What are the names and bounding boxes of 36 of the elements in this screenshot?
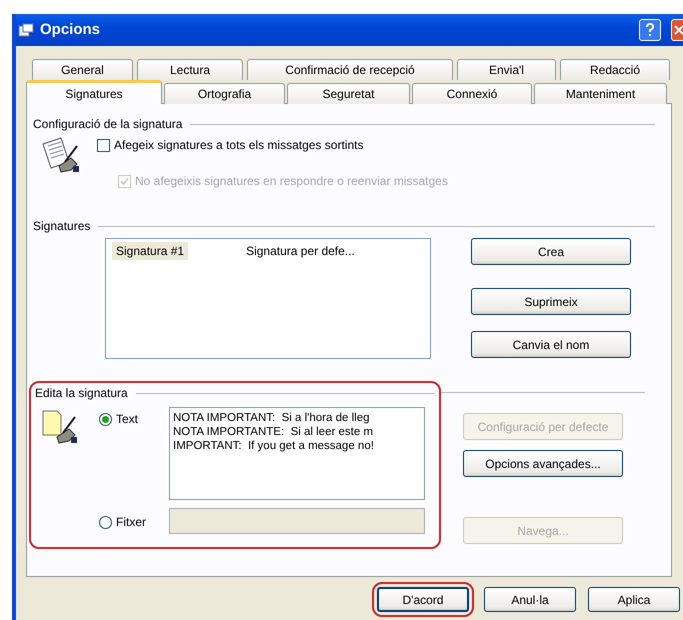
tab[interactable]: Signatures	[26, 80, 162, 104]
signature-name[interactable]: Signatura #1	[112, 242, 188, 260]
tab[interactable]: Lectura	[137, 59, 243, 80]
delete-button[interactable]: Suprimeix	[471, 288, 631, 315]
help-icon[interactable]	[639, 19, 661, 41]
group-title: Signatures	[33, 218, 90, 235]
tab[interactable]: Confirmació de recepció	[247, 59, 453, 80]
window-title: Opcions	[40, 20, 100, 40]
checkbox[interactable]	[97, 138, 110, 152]
radio-button[interactable]	[99, 412, 112, 426]
group-title: Edita la signatura	[35, 385, 128, 402]
apply-button[interactable]: Aplica	[588, 587, 680, 612]
radio-label: Text	[116, 411, 138, 428]
tab[interactable]: Redacció	[560, 59, 670, 80]
create-button[interactable]: Crea	[471, 238, 631, 265]
signature-text-field[interactable]: NOTA IMPORTANT: Si a l'hora de lleg NOTA IMPORTANTE: Si al leer este m IMPORTANT: If you get a message no!	[169, 407, 425, 500]
cancel-button[interactable]: Anul·la	[484, 587, 576, 612]
file-path-field[interactable]	[169, 508, 425, 534]
tab[interactable]: Envia'l	[457, 59, 556, 80]
tab[interactable]: Connexió	[412, 83, 532, 104]
rename-button[interactable]: Canvia el nom	[471, 331, 631, 358]
close-icon[interactable]	[671, 19, 683, 41]
tab[interactable]: Manteniment	[534, 83, 667, 104]
checkbox-label: Afegeix signatures a tots els missatges sortints	[114, 137, 364, 154]
group-title: Configuració de la signatura	[33, 116, 182, 133]
tab[interactable]: Ortografia	[164, 83, 285, 104]
window-icon	[18, 23, 34, 37]
signature-list[interactable]: Signatura #1 Signatura per defe...	[105, 238, 431, 359]
tab[interactable]: Seguretat	[287, 83, 410, 104]
signature-description: Signatura per defe...	[246, 243, 355, 260]
checkbox-label: No afegeixis signatures en respondre o reenviar missatges	[135, 173, 448, 190]
advanced-options-button[interactable]: Opcions avançades...	[463, 450, 623, 477]
ok-button[interactable]: D'acord	[377, 587, 469, 612]
radio-label: Fitxer	[116, 514, 146, 531]
tab[interactable]: General	[32, 59, 133, 80]
radio-button[interactable]	[99, 516, 112, 528]
